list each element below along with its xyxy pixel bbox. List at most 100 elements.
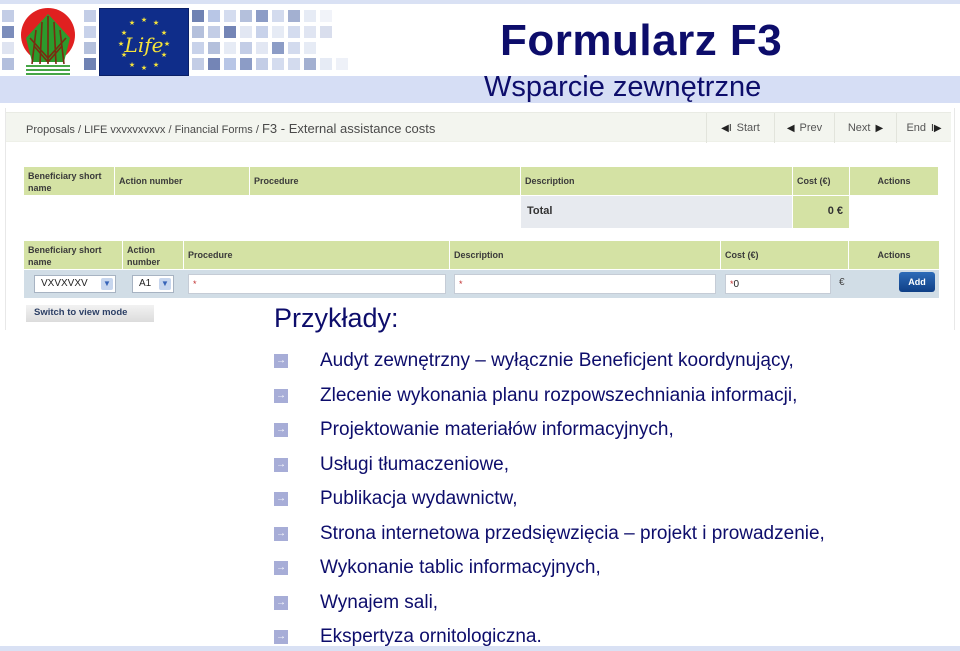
breadcrumb-bar: Proposals / LIFE vxvxvxvxvx / Financial … (6, 112, 951, 143)
decor-tile (320, 10, 332, 22)
list-item: → Projektowanie materiałów informacyjnych… (274, 419, 674, 441)
currency-label: € (839, 277, 845, 288)
list-item: → Usługi tłumaczeniowe, (274, 453, 510, 475)
decor-tile (288, 10, 300, 22)
svg-text:★: ★ (141, 16, 147, 24)
decor-tile (224, 58, 236, 70)
decor-tile (304, 58, 316, 70)
decor-tile (2, 10, 14, 22)
decor-tile (320, 58, 332, 70)
svg-text:★: ★ (153, 61, 159, 69)
breadcrumb-item[interactable]: LIFE vxvxvxvxvx (84, 124, 165, 136)
decor-tile (84, 58, 96, 70)
svg-text:★: ★ (129, 61, 135, 69)
svg-text:★: ★ (164, 40, 170, 48)
add-button[interactable]: Add (899, 272, 935, 292)
decor-tile (240, 58, 252, 70)
decor-tile (2, 42, 14, 54)
decor-tile (208, 26, 220, 38)
col-header-description: Description (521, 167, 792, 195)
arrow-bullet-icon: → (274, 595, 288, 610)
action-select[interactable]: A1 ▼ (132, 275, 174, 293)
chevron-down-icon: ▼ (101, 278, 113, 290)
decor-tile (288, 26, 300, 38)
procedure-input[interactable]: * (188, 274, 446, 294)
decor-tile (272, 42, 284, 54)
list-item: → Publikacja wydawnictw, (274, 488, 518, 510)
decor-tile (304, 42, 316, 54)
decor-tile (272, 58, 284, 70)
decor-tile (240, 26, 252, 38)
total-label: Total (527, 205, 553, 217)
decor-tile (256, 42, 268, 54)
start-button[interactable]: ◀I Start (706, 113, 774, 143)
breadcrumb-item[interactable]: Proposals (26, 124, 75, 136)
total-value: 0 € (827, 205, 843, 217)
next-button[interactable]: Next ▶ (834, 113, 896, 143)
arrow-bullet-icon: → (274, 423, 288, 438)
entry-header-description: Description (450, 241, 720, 269)
decor-tile (336, 58, 348, 70)
svg-text:★: ★ (129, 19, 135, 27)
decor-tile (224, 42, 236, 54)
prev-button[interactable]: ◀ Prev (774, 113, 834, 143)
examples-list: → Audyt zewnętrzny – wyłącznie Beneficjen… (274, 344, 954, 651)
decor-tile (272, 10, 284, 22)
col-header-action: Action number (115, 167, 249, 195)
cost-input[interactable]: *0 (725, 274, 831, 294)
col-header-beneficiary: Beneficiary short name (24, 167, 114, 195)
breadcrumb-current: F3 - External assistance costs (261, 121, 436, 136)
description-input[interactable]: * (454, 274, 716, 294)
col-header-cost: Cost (€) (793, 167, 849, 195)
list-item: → Audyt zewnętrzny – wyłącznie Beneficjen… (274, 350, 794, 372)
last-page-icon: I▶ (931, 122, 942, 134)
decor-tile (288, 58, 300, 70)
list-item: → Zlecenie wykonania planu rozpowszechnia… (274, 384, 798, 406)
list-item: → Wynajem sali, (274, 591, 439, 613)
breadcrumb: Proposals / LIFE vxvxvxvxvx / Financial … (26, 121, 436, 136)
entry-header-action: Action number (123, 241, 183, 269)
decor-tile (2, 26, 14, 38)
beneficiary-select[interactable]: VXVXVXV ▼ (34, 275, 116, 293)
decor-tile (192, 10, 204, 22)
svg-text:★: ★ (118, 40, 124, 48)
header-band (0, 76, 960, 103)
total-label-cell: Total (521, 196, 792, 228)
arrow-bullet-icon: → (274, 492, 288, 507)
decor-tile (304, 10, 316, 22)
decor-tile (240, 42, 252, 54)
decor-tile (84, 10, 96, 22)
life-logo-icon: ★ ★★ ★★★ ★★★ ★★★ Life (118, 16, 170, 72)
end-button[interactable]: End I▶ (896, 113, 951, 143)
decor-tile (224, 10, 236, 22)
logo-row: ★ ★ ★ ★ ★ ★ ★ ★ ★ ★ ★ ★ Life (0, 4, 400, 76)
arrow-bullet-icon: → (274, 354, 288, 369)
required-marker: * (459, 279, 463, 289)
decor-tile (208, 42, 220, 54)
decor-tile (224, 26, 236, 38)
first-page-icon: ◀I (721, 122, 732, 134)
next-icon: ▶ (875, 122, 884, 134)
arrow-bullet-icon: → (274, 457, 288, 472)
examples-heading: Przykłady: (274, 303, 405, 334)
prev-icon: ◀ (786, 122, 795, 134)
decor-tile (2, 58, 14, 70)
total-value-cell: 0 € (793, 196, 849, 228)
switch-to-view-mode-button[interactable]: Switch to view mode (26, 305, 154, 322)
decor-tile (304, 26, 316, 38)
slide-subtitle: Wsparcie zewnętrzne (484, 71, 762, 103)
entry-header-beneficiary: Beneficiary short name (24, 241, 122, 269)
eu-life-logo: ★ ★ ★ ★ ★ ★ ★ ★ ★ ★ ★ ★ Life (99, 8, 189, 76)
decor-tile (84, 42, 96, 54)
arrow-bullet-icon: → (274, 388, 288, 403)
decor-tile (256, 58, 268, 70)
entry-header-procedure: Procedure (184, 241, 449, 269)
poland-logo-icon (21, 8, 75, 75)
decor-tile (84, 26, 96, 38)
decor-tile (192, 42, 204, 54)
list-item: → Wykonanie tablic informacyjnych, (274, 557, 601, 579)
breadcrumb-item[interactable]: Financial Forms (175, 124, 253, 136)
list-item: → Strona internetowa przedsięwzięcia – pr… (274, 522, 825, 544)
svg-text:★: ★ (153, 19, 159, 27)
decor-tile (288, 42, 300, 54)
